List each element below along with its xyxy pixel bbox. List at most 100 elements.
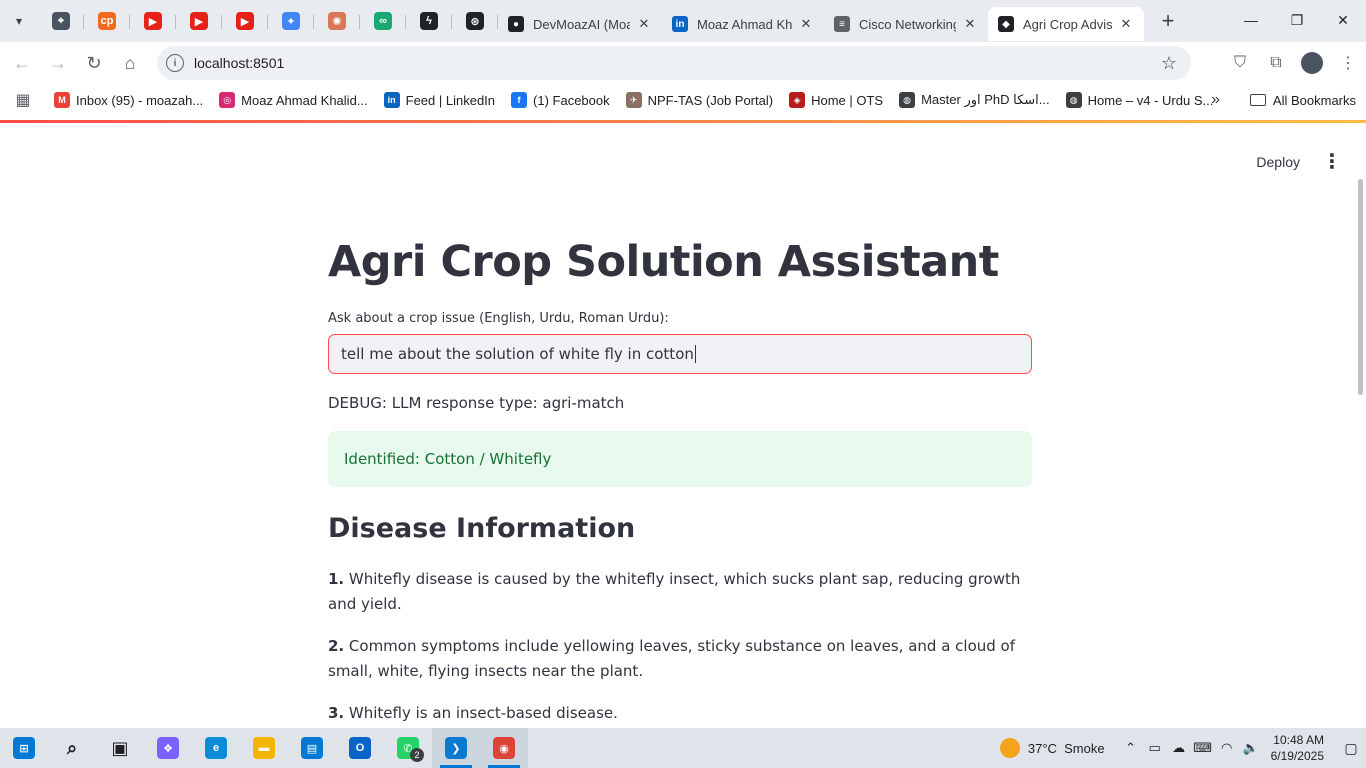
close-tab-icon[interactable]: ✕ (636, 16, 652, 32)
taskbar-app[interactable]: ⌕ (48, 728, 96, 768)
pinned-tab[interactable]: ✺ (314, 5, 360, 37)
gemini-icon: ✦ (282, 12, 300, 30)
bookmark-item[interactable]: ✈ NPF-TAS (Job Portal) (618, 92, 781, 108)
bookmark-item[interactable]: f (1) Facebook (503, 92, 618, 108)
pinned-tab[interactable]: ▶ (222, 5, 268, 37)
pinned-tab[interactable]: cp (84, 5, 130, 37)
taskbar-app[interactable]: ▬ (240, 728, 288, 768)
tab[interactable]: ● DevMoazAI (Moa ✕ (498, 7, 662, 41)
taskbar-app[interactable]: ▣ (96, 728, 144, 768)
all-bookmarks-button[interactable]: All Bookmarks (1249, 92, 1356, 108)
close-tab-icon[interactable]: ✕ (798, 16, 814, 32)
wifi-icon[interactable]: ◠ (1215, 740, 1239, 756)
streamlit-icon: ◆ (998, 16, 1014, 32)
bookmark-item[interactable]: ◈ Home | OTS (781, 92, 891, 108)
item-text: Whitefly is an insect-based disease. (348, 704, 618, 722)
tab-title: Cisco Networking (859, 16, 956, 32)
address-bar[interactable]: i localhost:8501 ☆ (157, 46, 1191, 80)
youtube-icon: ▶ (190, 12, 208, 30)
chevron-up-icon[interactable]: ⌃ (1119, 740, 1143, 756)
url-text[interactable]: localhost:8501 (194, 55, 284, 71)
network-device-icon[interactable]: ⌨ (1191, 740, 1215, 756)
pinned-tab[interactable]: ✦ (268, 5, 314, 37)
facebook-icon: f (511, 92, 528, 108)
tab-active[interactable]: ◆ Agri Crop Adviso ✕ (988, 7, 1144, 41)
site-info-icon[interactable]: i (166, 54, 184, 72)
tab-title: Moaz Ahmad Kh (697, 16, 792, 32)
main-menu-icon[interactable]: ⋮ (1322, 149, 1342, 174)
linkedin-icon: in (672, 16, 688, 32)
taskbar-app[interactable]: ▤ (288, 728, 336, 768)
bookmark-item[interactable]: in Feed | LinkedIn (376, 92, 503, 108)
ots-icon: ◈ (789, 92, 806, 108)
home-icon[interactable]: ⌂ (112, 45, 148, 81)
crop-issue-input[interactable]: tell me about the solution of white fly … (328, 334, 1032, 374)
weather-widget[interactable]: 37°C Smoke (999, 738, 1105, 758)
reload-icon[interactable]: ↻ (76, 45, 112, 81)
window-controls: — ❐ ✕ (1228, 0, 1366, 40)
taskbar-app[interactable]: ❯ (432, 728, 480, 768)
tab[interactable]: in Moaz Ahmad Kh ✕ (662, 7, 824, 41)
file-explorer-icon: ▬ (253, 737, 275, 759)
taskbar-app[interactable]: ❖ (144, 728, 192, 768)
forward-icon[interactable]: → (40, 45, 76, 81)
meet-now-icon[interactable]: ▭ (1143, 740, 1167, 756)
onedrive-icon[interactable]: ☁ (1167, 740, 1191, 756)
outlook-icon: O (349, 737, 371, 759)
bookmark-star-icon[interactable]: ☆ (1161, 53, 1177, 74)
taskbar-app[interactable]: ✆ 2 (384, 728, 432, 768)
deploy-button[interactable]: Deploy (1256, 154, 1300, 170)
pinned-tab[interactable]: ▶ (130, 5, 176, 37)
bookmark-item[interactable]: M Inbox (95) - moazah... (46, 92, 211, 108)
pinned-tab[interactable]: ▶ (176, 5, 222, 37)
close-tab-icon[interactable]: ✕ (962, 16, 978, 32)
bookmark-label: (1) Facebook (533, 92, 610, 108)
tab-title: DevMoazAI (Moa (533, 16, 630, 32)
bookmark-label: Home | OTS (811, 92, 884, 108)
chrome-menu-icon[interactable]: ⋮ (1330, 45, 1366, 81)
disease-info-item: 1. Whitefly disease is caused by the whi… (328, 567, 1032, 617)
volume-icon[interactable]: 🔈 (1239, 740, 1263, 756)
youtube-icon: ▶ (144, 12, 162, 30)
all-bookmarks-label: All Bookmarks (1272, 92, 1356, 108)
item-number: 1. (328, 570, 345, 588)
section-heading: Disease Information (328, 513, 636, 544)
page-scrollbar[interactable] (1356, 179, 1366, 395)
taskbar-app[interactable]: O (336, 728, 384, 768)
bookmark-label: Feed | LinkedIn (405, 92, 496, 108)
task-view-icon: ▣ (111, 737, 129, 758)
scrollbar-thumb[interactable] (1358, 179, 1363, 395)
openai-icon: ⊛ (466, 12, 484, 30)
clock[interactable]: 10:48 AM 6/19/2025 (1271, 732, 1324, 764)
input-value[interactable]: tell me about the solution of white fly … (341, 345, 694, 363)
gmail-icon: M (54, 92, 70, 108)
bookmark-item[interactable]: ◎ Moaz Ahmad Khalid... (211, 92, 375, 108)
tab-title: Agri Crop Adviso (1023, 16, 1112, 32)
back-icon[interactable]: ← (4, 45, 40, 81)
pinned-tab[interactable]: ⊛ (452, 5, 498, 37)
taskbar-app[interactable]: ⊞ (0, 728, 48, 768)
bookmark-item[interactable]: ◍ Home – v4 - Urdu S... (1058, 92, 1222, 108)
pinned-tab[interactable]: ∞ (360, 5, 406, 37)
minimize-icon[interactable]: — (1228, 0, 1274, 40)
pinned-tab[interactable]: ⌖ (38, 5, 84, 37)
toolbar-actions: ⛉ ⧉ ⋮ (1222, 42, 1366, 84)
folder-icon (1249, 94, 1266, 106)
shield-extension-icon[interactable]: ⛉ (1222, 45, 1258, 81)
new-tab-button[interactable]: + (1154, 7, 1182, 35)
bookmark-item[interactable]: ◍ Master اور PhD اسکا... (891, 92, 1058, 108)
pinned-tab[interactable]: ϟ (406, 5, 452, 37)
notifications-icon[interactable]: ▢ (1336, 728, 1366, 768)
browser-toolbar: ← → ↻ ⌂ i localhost:8501 ☆ ⛉ ⧉ ⋮ (0, 42, 1366, 84)
close-tab-icon[interactable]: ✕ (1118, 16, 1134, 32)
profile-avatar[interactable] (1301, 52, 1323, 74)
close-window-icon[interactable]: ✕ (1320, 0, 1366, 40)
taskbar-app[interactable]: e (192, 728, 240, 768)
apps-grid-icon[interactable]: ▦ (0, 90, 46, 110)
tab[interactable]: ≡ Cisco Networking ✕ (824, 7, 988, 41)
tab-search-icon[interactable]: ▾ (6, 8, 32, 34)
taskbar-app[interactable]: ◉ (480, 728, 528, 768)
extensions-icon[interactable]: ⧉ (1258, 45, 1294, 81)
more-bookmarks-icon[interactable]: » (1211, 91, 1220, 109)
restore-icon[interactable]: ❐ (1274, 0, 1320, 40)
